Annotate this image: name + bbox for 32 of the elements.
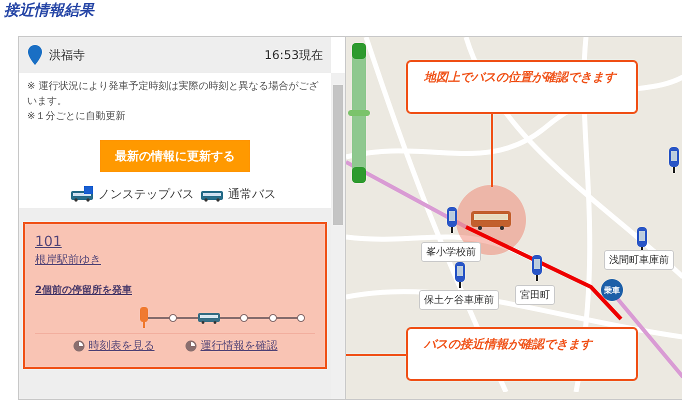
- notice-text: ※ 運行状況により発車予定時刻は実際の時刻と異なる場合がございます。: [27, 80, 320, 109]
- leader-line: [346, 354, 406, 356]
- bus-stop-icon: [139, 307, 149, 329]
- clock-icon: [72, 340, 84, 352]
- stop-label[interactable]: 浅間町車庫前: [604, 250, 674, 270]
- route-number-link[interactable]: 101: [35, 234, 62, 250]
- clock-icon: [184, 340, 196, 352]
- accessible-bus-icon: [70, 186, 96, 202]
- scrollbar[interactable]: [331, 73, 345, 399]
- bus-icon: [198, 312, 220, 324]
- legend-label: 通常バス: [228, 186, 276, 202]
- current-time: 16:53現在: [264, 46, 323, 64]
- stop-label[interactable]: 保土ケ谷車庫前: [419, 290, 499, 310]
- callout-text: バスの接近情報が確認できます: [406, 327, 638, 381]
- info-link[interactable]: 時刻表を見る: [72, 338, 154, 353]
- page-title: 接近情報結果: [3, 0, 96, 21]
- notice-text: ※１分ごとに自動更新: [27, 110, 126, 124]
- bus-stop-pin-icon[interactable]: [669, 147, 679, 173]
- bus-status-link[interactable]: 2個前の停留所を発車: [35, 283, 132, 297]
- stop-label[interactable]: 宮田町: [515, 285, 555, 305]
- bus-stop-pin-icon[interactable]: [455, 262, 465, 288]
- bus-stop-pin-icon[interactable]: [447, 207, 457, 233]
- info-link[interactable]: 運行情報を確認: [184, 338, 278, 353]
- boarding-marker[interactable]: 乗車: [601, 279, 623, 301]
- bus-stop-pin-icon[interactable]: [532, 255, 542, 281]
- stop-label[interactable]: 峯小学校前: [421, 242, 481, 262]
- bus-stop-pin-icon[interactable]: [637, 227, 647, 253]
- stop-pin-icon: [27, 44, 43, 66]
- legend-label: ノンステップバス: [98, 186, 194, 202]
- stop-name: 洪福寺: [49, 46, 85, 64]
- callout-text: 地図上でバスの位置が確認できます: [406, 60, 638, 114]
- destination-link[interactable]: 根岸駅前ゆき: [35, 252, 101, 267]
